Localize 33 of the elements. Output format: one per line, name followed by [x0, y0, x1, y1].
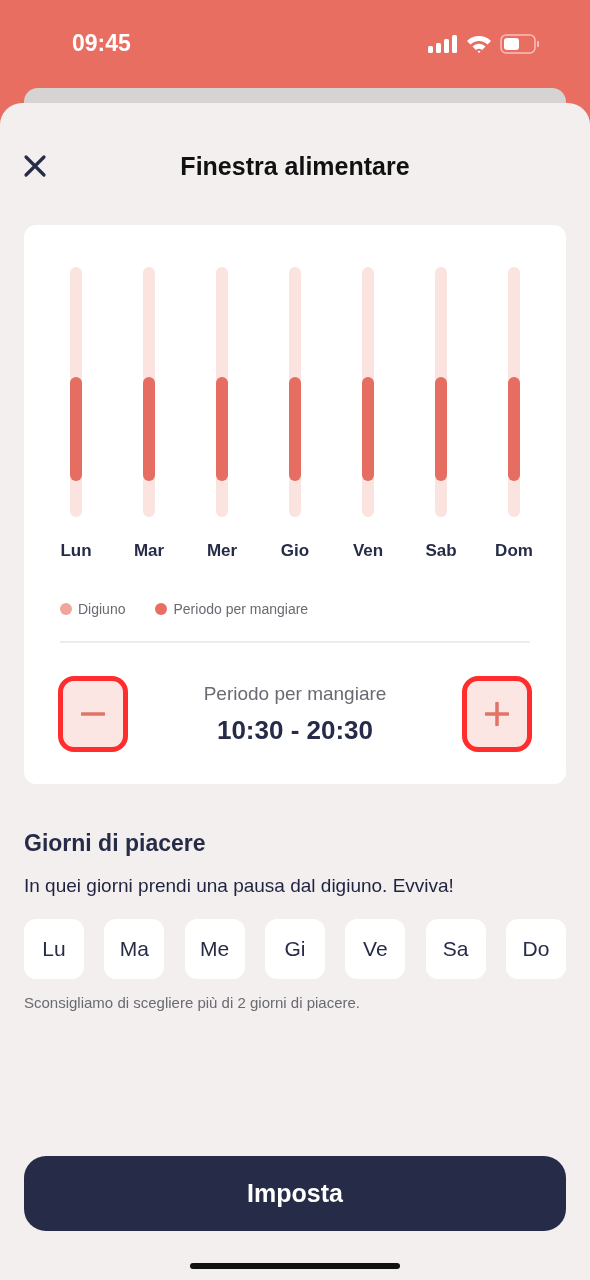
- day-chip[interactable]: Ma: [104, 919, 165, 979]
- status-time: 09:45: [72, 29, 131, 57]
- signal-icon: [428, 34, 458, 54]
- minus-icon: [81, 712, 105, 716]
- day-label: Lun: [60, 541, 92, 561]
- battery-icon: [500, 34, 540, 54]
- plus-icon: [485, 702, 509, 726]
- day-label: Gio: [280, 541, 310, 561]
- day-label: Dom: [495, 541, 533, 561]
- hint-text: Sconsigliamo di scegliere più di 2 giorni di piacere.: [24, 994, 361, 1011]
- increase-button[interactable]: [462, 676, 532, 752]
- day-chip[interactable]: Sa: [425, 919, 486, 979]
- day-label: Ven: [352, 541, 384, 561]
- section-description: In quei giorni prendi una pausa dal digiuno. Evviva!: [24, 875, 455, 897]
- legend-label: Digiuno: [78, 601, 126, 617]
- day-label: Mer: [206, 541, 238, 561]
- day-label: Sab: [425, 541, 457, 561]
- screen-title: Finestra alimentare: [180, 151, 410, 181]
- day-chip[interactable]: Lu: [24, 919, 84, 979]
- day-chip[interactable]: Ve: [345, 919, 406, 979]
- day-chip[interactable]: Gi: [265, 919, 325, 979]
- decrease-button[interactable]: [58, 676, 128, 752]
- section-title: Giorni di piacere: [24, 830, 207, 857]
- close-button[interactable]: [23, 154, 47, 178]
- legend-label: Periodo per mangiare: [173, 601, 309, 617]
- day-chip[interactable]: Do: [505, 919, 566, 979]
- period-value: 10:30 - 20:30: [216, 714, 374, 746]
- period-label: Periodo per mangiare: [203, 682, 387, 705]
- day-chip[interactable]: Me: [184, 919, 245, 979]
- close-icon: [23, 154, 47, 178]
- set-button[interactable]: Imposta: [24, 1156, 566, 1231]
- wifi-icon: [466, 34, 492, 54]
- day-label: Mar: [133, 541, 165, 561]
